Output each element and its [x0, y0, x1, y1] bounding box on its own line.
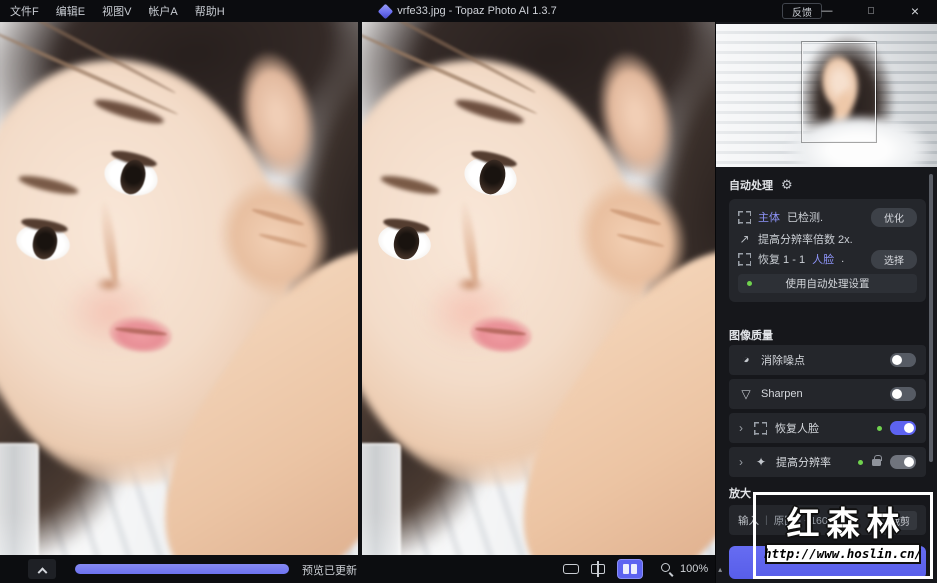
- subject-status: 已检测.: [787, 212, 824, 224]
- lock-icon: [872, 454, 882, 466]
- single-view-button[interactable]: [563, 564, 579, 574]
- view-mode-toolbar: 100% ▴: [563, 555, 722, 583]
- navigator-viewport-rect[interactable]: [802, 42, 876, 142]
- menu-edit[interactable]: 编辑E: [56, 3, 85, 19]
- magnifier-icon: [661, 562, 674, 577]
- enlarge-header-label: 放大: [729, 488, 751, 500]
- subject-detected-row: 主体 已检测. 优化: [738, 205, 917, 229]
- green-status-dot: [747, 281, 752, 286]
- sharpen-toggle[interactable]: [890, 387, 916, 401]
- portrait-photo-original: [0, 22, 358, 555]
- faces-suffix: .: [841, 253, 845, 265]
- denoise-label: 消除噪点: [761, 355, 805, 367]
- menu-account[interactable]: 帐户A: [148, 3, 177, 19]
- menu-bar: 文件F 编辑E 视图V 帐户A 帮助H: [10, 0, 225, 22]
- denoise-toggle[interactable]: [890, 353, 916, 367]
- apply-autopilot-label: 使用自动处理设置: [785, 278, 870, 290]
- faces-label: 人脸: [812, 254, 835, 266]
- window-title-text: vrfe33.jpg - Topaz Photo AI 1.3.7: [397, 5, 557, 17]
- expand-chevron-icon[interactable]: ›: [739, 421, 746, 435]
- subject-frame-icon: [738, 210, 751, 224]
- app-logo-icon: [378, 3, 394, 19]
- navigator-thumbnail[interactable]: [716, 24, 937, 167]
- preview-canvas: [0, 22, 715, 555]
- preview-progress-bar: [75, 564, 289, 574]
- faces-detected-row: 恢复 1 - 1 人脸 . 选择: [738, 249, 917, 269]
- gear-icon[interactable]: ⚙: [781, 177, 793, 193]
- recover-faces-row[interactable]: › 恢复人脸: [729, 413, 926, 443]
- menu-view[interactable]: 视图V: [102, 3, 131, 19]
- upscale-toggle[interactable]: [890, 455, 916, 469]
- sharpen-label: Sharpen: [761, 388, 803, 400]
- enlarge-header: 放大: [729, 485, 751, 501]
- side-by-side-view-button[interactable]: [617, 559, 643, 579]
- menu-file[interactable]: 文件F: [10, 3, 39, 19]
- apply-autopilot-button[interactable]: 使用自动处理设置: [738, 274, 917, 293]
- watermark-frame: 红森林 http://www.hoslin.cn/: [753, 492, 933, 579]
- face-frame-icon: [738, 252, 751, 266]
- topaz-photo-ai-window: 文件F 编辑E 视图V 帐户A 帮助H vrfe33.jpg - Topaz P…: [0, 0, 937, 583]
- refine-button[interactable]: 优化: [871, 207, 917, 227]
- image-quality-header-label: 图像质量: [729, 330, 773, 342]
- status-bar: 预览已更新 100% ▴: [0, 555, 722, 583]
- close-button[interactable]: ×: [893, 0, 937, 22]
- preview-after-pane[interactable]: [362, 22, 715, 555]
- window-controls: — □ ×: [805, 0, 937, 22]
- preview-before-pane[interactable]: [0, 22, 358, 555]
- upscale-row[interactable]: › ✦ 提高分辨率: [729, 447, 926, 477]
- faces-prefix: 恢复 1 - 1: [758, 254, 806, 266]
- upscale-info-row: ↗ 提高分辨率倍数 2x.: [738, 229, 917, 249]
- portrait-photo-enhanced: [362, 22, 715, 555]
- sharpen-row[interactable]: ▽ Sharpen: [729, 379, 926, 409]
- maximize-button[interactable]: □: [849, 0, 893, 22]
- denoise-icon: ◐: [738, 352, 754, 368]
- collapse-panel-button[interactable]: [28, 559, 56, 579]
- chevron-up-icon: [37, 566, 47, 577]
- split-view-button[interactable]: [589, 561, 607, 577]
- expand-chevron-icon[interactable]: ›: [739, 455, 746, 469]
- watermark-url-box: http://www.hoslin.cn/: [763, 543, 923, 564]
- preview-status-text: 预览已更新: [302, 565, 357, 577]
- maximize-icon: □: [867, 5, 875, 16]
- zoom-level[interactable]: 100%: [680, 563, 708, 575]
- zoom-dropdown-icon[interactable]: ▴: [718, 565, 722, 574]
- minimize-button[interactable]: —: [805, 0, 849, 22]
- image-quality-header: 图像质量: [729, 327, 773, 343]
- autopilot-header: 自动处理 ⚙: [729, 177, 793, 193]
- panel-scrollbar[interactable]: [929, 174, 933, 462]
- watermark-title: 红森林: [786, 505, 907, 542]
- recover-faces-toggle[interactable]: [890, 421, 916, 435]
- watermark-url: http://www.hoslin.cn/: [763, 546, 923, 561]
- title-bar: 文件F 编辑E 视图V 帐户A 帮助H vrfe33.jpg - Topaz P…: [0, 0, 937, 22]
- select-faces-button[interactable]: 选择: [871, 249, 917, 269]
- upscale-info-text: 提高分辨率倍数 2x.: [758, 234, 853, 246]
- autopilot-header-label: 自动处理: [729, 180, 773, 192]
- recover-faces-icon: [754, 421, 767, 435]
- green-status-dot: [877, 425, 882, 431]
- green-status-dot: [858, 459, 863, 465]
- zoom-controls: 100% ▴: [661, 562, 722, 577]
- sharpen-icon: ▽: [741, 387, 751, 401]
- autopilot-card: 主体 已检测. 优化 ↗ 提高分辨率倍数 2x. 恢复 1 - 1 人脸 . 选…: [729, 199, 926, 302]
- recover-faces-label: 恢复人脸: [775, 423, 819, 435]
- upscale-label: 提高分辨率: [776, 457, 831, 469]
- subject-label: 主体: [758, 212, 780, 224]
- denoise-row[interactable]: ◐ 消除噪点: [729, 345, 926, 375]
- upscale-arrow-icon: ↗: [739, 232, 750, 246]
- menu-help[interactable]: 帮助H: [195, 3, 225, 19]
- upscale-sparkle-icon: ✦: [755, 455, 767, 469]
